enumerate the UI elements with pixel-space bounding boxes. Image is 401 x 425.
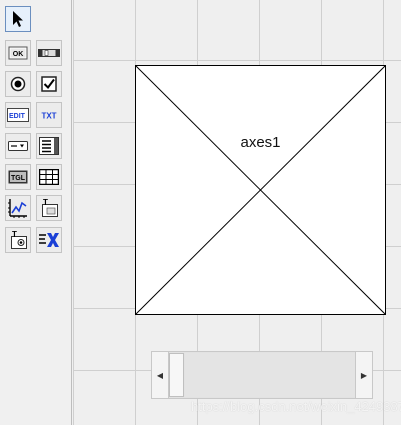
axes-label: axes1 bbox=[240, 134, 281, 151]
svg-text:TXT: TXT bbox=[41, 112, 56, 121]
edit-text-icon: EDIT bbox=[7, 108, 29, 122]
slider-thumb[interactable] bbox=[169, 353, 184, 397]
panel-tool[interactable]: T bbox=[36, 195, 62, 221]
static-text-tool[interactable]: TXT bbox=[36, 102, 62, 128]
slider-component[interactable]: ◀ ▶ bbox=[151, 351, 373, 399]
button-group-tool[interactable]: T bbox=[5, 227, 31, 253]
svg-text:T: T bbox=[12, 230, 17, 239]
slider-track[interactable] bbox=[185, 353, 355, 397]
svg-text:OK: OK bbox=[13, 51, 24, 58]
table-tool[interactable] bbox=[36, 164, 62, 190]
axes-placeholder-cross bbox=[136, 66, 385, 314]
axes-icon bbox=[8, 199, 27, 218]
table-icon bbox=[39, 169, 59, 185]
push-button-tool[interactable]: OK bbox=[5, 40, 31, 66]
list-box-icon bbox=[39, 137, 59, 155]
axes-component[interactable]: axes1 bbox=[135, 65, 386, 315]
check-box-tool[interactable] bbox=[36, 71, 62, 97]
edit-text-tool[interactable]: EDIT bbox=[5, 102, 31, 128]
popup-menu-icon bbox=[8, 141, 28, 151]
axes-tool[interactable] bbox=[5, 195, 31, 221]
slider-tool[interactable] bbox=[36, 40, 62, 66]
panel-icon: T bbox=[42, 198, 58, 217]
button-group-icon: T bbox=[11, 230, 27, 249]
slider-left-arrow[interactable]: ◀ bbox=[152, 352, 169, 398]
popup-menu-tool[interactable] bbox=[5, 133, 31, 159]
toggle-button-tool[interactable]: TGL bbox=[5, 164, 31, 190]
activex-tool[interactable] bbox=[36, 227, 62, 253]
activex-icon bbox=[39, 233, 59, 247]
radio-button-tool[interactable] bbox=[5, 71, 31, 97]
watermark: https://blog.csdn.net/weixin_42493873 bbox=[191, 399, 401, 414]
svg-text:T: T bbox=[43, 198, 48, 207]
static-text-icon: TXT bbox=[41, 112, 56, 121]
slider-right-arrow[interactable]: ▶ bbox=[355, 352, 372, 398]
list-box-tool[interactable] bbox=[36, 133, 62, 159]
component-palette: OK EDIT TXT TGL T T bbox=[0, 0, 72, 425]
arrow-pointer-icon bbox=[13, 11, 23, 27]
layout-canvas[interactable]: axes1 ◀ ▶ https://blog.csdn.net/weixin_4… bbox=[73, 0, 401, 425]
select-tool[interactable] bbox=[5, 6, 31, 32]
toggle-button-icon: TGL bbox=[8, 170, 28, 184]
chevron-left-icon: ◀ bbox=[156, 370, 164, 380]
svg-text:TGL: TGL bbox=[11, 175, 26, 182]
radio-button-icon bbox=[10, 76, 26, 92]
slider-icon bbox=[38, 49, 60, 57]
push-button-icon: OK bbox=[8, 46, 28, 60]
check-box-icon bbox=[41, 76, 57, 92]
svg-text:EDIT: EDIT bbox=[9, 113, 26, 120]
chevron-right-icon: ▶ bbox=[360, 370, 368, 380]
